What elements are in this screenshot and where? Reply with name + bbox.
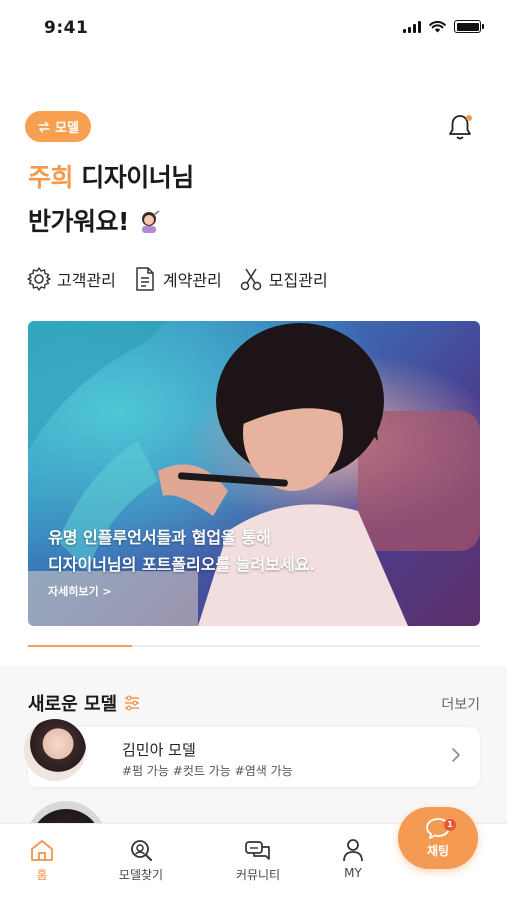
banner-text: 유명 인플루언서들과 협업을 통해 디자이너님의 포트폴리오를 늘려보세요. bbox=[48, 524, 315, 578]
home-icon bbox=[31, 840, 53, 861]
menu-contract-management[interactable]: 계약관리 bbox=[132, 266, 222, 292]
notification-bell-icon[interactable] bbox=[446, 112, 474, 142]
menu-recruitment-management[interactable]: 모집관리 bbox=[238, 266, 328, 292]
battery-icon bbox=[454, 20, 484, 33]
chevron-right-icon bbox=[452, 748, 461, 762]
tab-home[interactable]: 홈 bbox=[2, 838, 82, 883]
more-models-link[interactable]: 더보기 bbox=[441, 694, 480, 714]
greeting-name: 주희 bbox=[28, 163, 74, 192]
mode-badge-label: 모델 bbox=[55, 121, 79, 136]
tab-label: 커뮤니티 bbox=[235, 868, 281, 882]
model-avatar bbox=[24, 719, 86, 781]
swap-icon bbox=[38, 121, 50, 132]
chat-unread-badge: 1 bbox=[444, 819, 456, 831]
model-name: 김민아 모델 bbox=[122, 741, 196, 759]
gear-icon bbox=[27, 267, 51, 291]
status-icons bbox=[403, 20, 484, 33]
chat-label: 채팅 bbox=[426, 844, 450, 858]
cellular-signal-icon bbox=[403, 20, 421, 33]
status-bar: 9:41 bbox=[0, 0, 507, 56]
model-tags: #펌 가능 #컷트 가능 #염색 가능 bbox=[122, 764, 293, 778]
tab-my[interactable]: MY bbox=[313, 838, 393, 880]
greeting-line1-rest: 디자이너님 bbox=[73, 163, 194, 192]
scissors-icon bbox=[240, 268, 262, 291]
tab-label: 홈 bbox=[36, 868, 48, 882]
menu-label: 고객관리 bbox=[57, 271, 116, 290]
mode-switch-badge[interactable]: 모델 bbox=[25, 111, 91, 142]
menu-label: 모집관리 bbox=[268, 271, 328, 290]
greeting: 주희 디자이너님 반가워요! bbox=[28, 156, 194, 244]
promo-banner[interactable]: 유명 인플루언서들과 협업을 통해 디자이너님의 포트폴리오를 늘려보세요. 자… bbox=[28, 321, 480, 626]
chat-fab-button[interactable]: 채팅 1 bbox=[398, 807, 478, 869]
tab-label: MY bbox=[344, 866, 362, 880]
tab-community[interactable]: 커뮤니티 bbox=[218, 838, 298, 883]
section-title-text: 새로운 모델 bbox=[28, 694, 118, 715]
banner-progress-fill bbox=[28, 645, 132, 647]
new-models-title: 새로운 모델 bbox=[28, 690, 141, 716]
menu-customer-management[interactable]: 고객관리 bbox=[26, 266, 116, 292]
banner-line-1: 유명 인플루언서들과 협업을 통해 bbox=[48, 528, 271, 547]
banner-progress-indicator bbox=[28, 645, 480, 647]
status-time: 9:41 bbox=[44, 18, 89, 38]
tab-label: 모델찾기 bbox=[118, 868, 164, 882]
banner-line-2: 디자이너님의 포트폴리오를 늘려보세요. bbox=[48, 555, 316, 574]
chat-bubbles-icon bbox=[245, 841, 270, 860]
banner-figure-illustration bbox=[28, 321, 480, 626]
woman-emoji-icon bbox=[142, 210, 160, 233]
search-icon bbox=[131, 840, 152, 861]
greeting-line2: 반가워요! bbox=[28, 207, 129, 236]
quick-menu: 고객관리 계약관리 모집관리 bbox=[26, 266, 328, 292]
document-icon bbox=[136, 267, 154, 291]
filter-icon bbox=[125, 695, 140, 711]
person-icon bbox=[343, 839, 363, 862]
banner-more-link[interactable]: 자세히보기 > bbox=[48, 583, 112, 599]
tab-find-model[interactable]: 모델찾기 bbox=[101, 838, 181, 883]
menu-label: 계약관리 bbox=[162, 271, 222, 290]
wifi-icon bbox=[429, 20, 446, 32]
